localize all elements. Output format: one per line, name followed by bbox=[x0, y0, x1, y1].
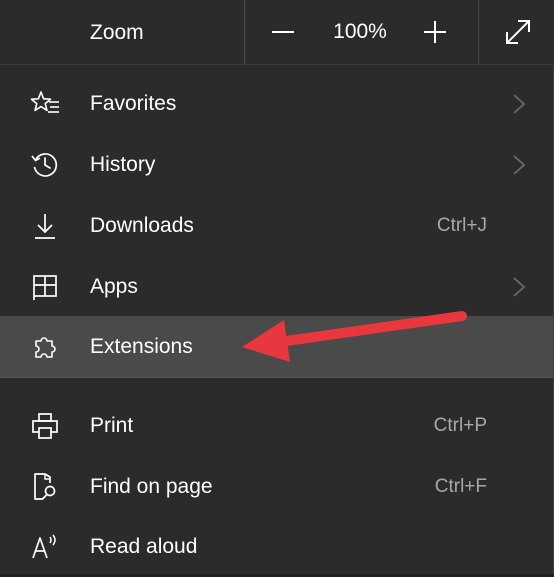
zoom-row: Zoom 100% bbox=[0, 0, 554, 65]
printer-icon bbox=[30, 411, 60, 441]
menu-item-label: Find on page bbox=[90, 475, 213, 498]
find-on-page-icon bbox=[30, 472, 60, 502]
zoom-in-button[interactable] bbox=[410, 0, 460, 64]
apps-icon bbox=[30, 272, 60, 302]
zoom-out-button[interactable] bbox=[258, 0, 308, 64]
minus-icon bbox=[272, 31, 294, 33]
shortcut-text: Ctrl+P bbox=[433, 415, 487, 436]
chevron-right-icon bbox=[513, 276, 526, 297]
puzzle-icon bbox=[30, 332, 60, 362]
menu-item-favorites[interactable]: Favorites bbox=[0, 73, 553, 134]
menu-item-label: Apps bbox=[90, 275, 138, 298]
zoom-level: 100% bbox=[333, 20, 387, 43]
menu-item-label: History bbox=[90, 153, 156, 176]
menu-item-history[interactable]: History bbox=[0, 134, 553, 195]
favorites-star-icon bbox=[30, 89, 60, 119]
menu-separator bbox=[0, 377, 553, 378]
zoom-label: Zoom bbox=[90, 21, 144, 44]
fullscreen-icon bbox=[506, 20, 530, 44]
menu-item-read-aloud[interactable]: Read aloud bbox=[0, 516, 553, 577]
menu-item-label: Favorites bbox=[90, 92, 177, 115]
shortcut-text: Ctrl+F bbox=[434, 476, 487, 497]
zoom-divider bbox=[478, 0, 479, 64]
menu-item-label: Extensions bbox=[90, 335, 193, 358]
menu-item-label: Downloads bbox=[90, 214, 194, 237]
read-aloud-icon bbox=[30, 532, 60, 562]
menu-item-downloads[interactable]: Downloads Ctrl+J bbox=[0, 195, 553, 256]
menu-item-extensions[interactable]: Extensions bbox=[0, 316, 553, 377]
browser-settings-menu: Zoom 100% Favorites History Downloads Ct… bbox=[0, 0, 554, 574]
download-icon bbox=[30, 211, 60, 241]
menu-item-find-on-page[interactable]: Find on page Ctrl+F bbox=[0, 456, 553, 517]
history-icon bbox=[30, 150, 60, 180]
zoom-divider bbox=[244, 0, 245, 64]
plus-icon bbox=[424, 21, 446, 43]
menu-item-label: Read aloud bbox=[90, 535, 198, 558]
menu-item-label: Print bbox=[90, 414, 134, 437]
menu-item-print[interactable]: Print Ctrl+P bbox=[0, 395, 553, 456]
menu-item-apps[interactable]: Apps bbox=[0, 256, 553, 317]
chevron-right-icon bbox=[513, 93, 526, 114]
chevron-right-icon bbox=[513, 154, 526, 175]
fullscreen-button[interactable] bbox=[490, 0, 546, 64]
shortcut-text: Ctrl+J bbox=[436, 215, 487, 236]
